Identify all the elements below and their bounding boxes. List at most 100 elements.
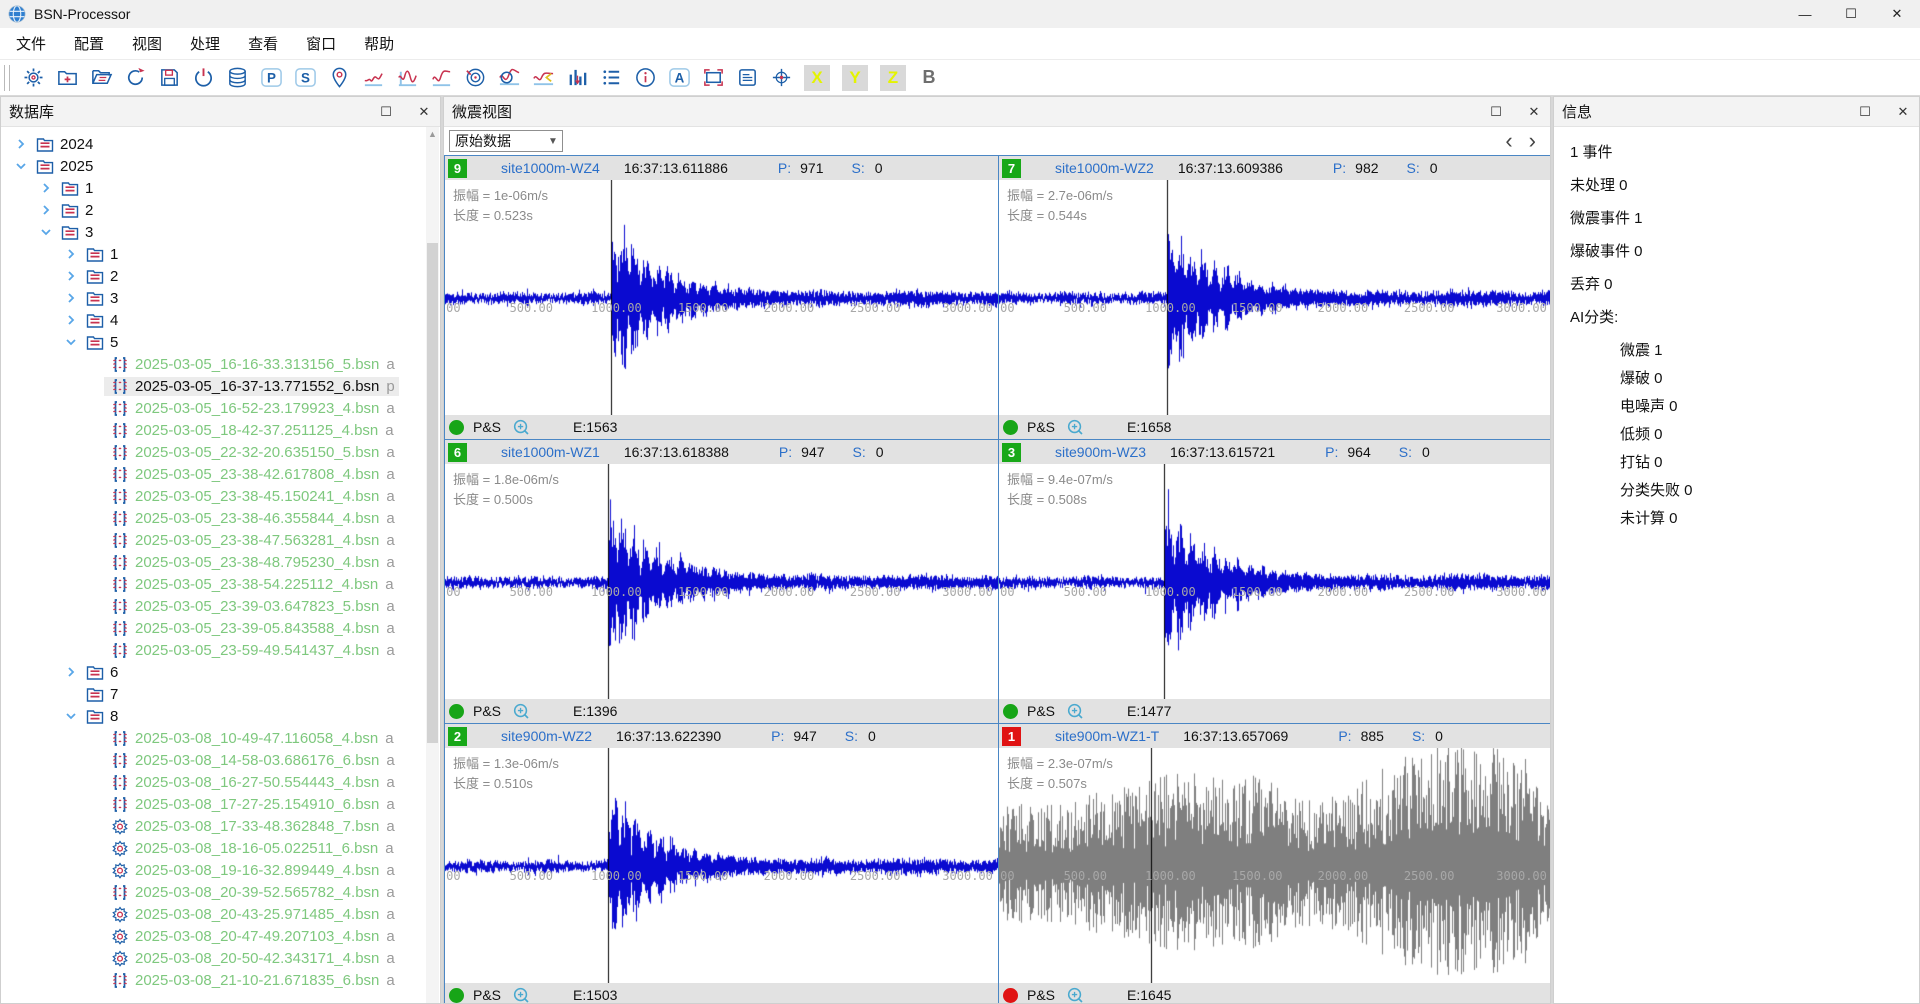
trigger-target-button[interactable] [458, 63, 492, 93]
tree-file-item[interactable]: 2025-03-08_21-10-21.671835_6.bsna [1, 969, 440, 991]
text-annotation-button[interactable]: A [662, 63, 696, 93]
chevron-right-icon[interactable] [38, 202, 54, 218]
zoom-in-icon[interactable] [1066, 418, 1085, 437]
chevron-right-icon[interactable] [63, 268, 79, 284]
view-close-button[interactable]: ✕ [1526, 104, 1542, 120]
menu-item-2[interactable]: 视图 [118, 28, 176, 59]
tree-file-item[interactable]: 2025-03-05_23-38-47.563281_4.bsna [1, 529, 440, 551]
tree-file-item[interactable]: 2025-03-08_20-50-42.343171_4.bsna [1, 947, 440, 969]
tree-folder-1[interactable]: 1 [1, 177, 440, 199]
tree-folder-4[interactable]: 4 [1, 309, 440, 331]
folder-new-button[interactable] [50, 63, 84, 93]
tree-file-item[interactable]: 2025-03-05_16-16-33.313156_5.bsna [1, 353, 440, 375]
histogram-button[interactable] [560, 63, 594, 93]
info-button[interactable] [628, 63, 662, 93]
wave-chart-3-button[interactable] [424, 63, 458, 93]
tree-file-item[interactable]: 2025-03-05_23-38-46.355844_4.bsna [1, 507, 440, 529]
tree-file-item[interactable]: 2025-03-08_10-49-47.116058_4.bsna [1, 727, 440, 749]
bold-toggle-button[interactable]: B [916, 65, 942, 91]
menu-item-0[interactable]: 文件 [2, 28, 60, 59]
tree-file-item[interactable]: 2025-03-05_23-39-05.843588_4.bsna [1, 617, 440, 639]
database-close-button[interactable]: ✕ [416, 104, 432, 120]
menu-item-4[interactable]: 查看 [234, 28, 292, 59]
chevron-right-icon[interactable] [63, 312, 79, 328]
tree-file-item[interactable]: 2025-03-05_23-38-54.225112_4.bsna [1, 573, 440, 595]
waveform-plot[interactable]: 振幅 = 1.3e-06m/s 长度 = 0.510s 00500.001000… [445, 748, 998, 983]
wave-chart-1-button[interactable] [356, 63, 390, 93]
tree-file-item[interactable]: 2025-03-08_16-27-50.554443_4.bsna [1, 771, 440, 793]
wave-detect-button[interactable] [492, 63, 526, 93]
zoom-in-icon[interactable] [512, 702, 531, 721]
next-event-button[interactable]: › [1529, 131, 1536, 151]
tree-folder-2[interactable]: 2 [1, 199, 440, 221]
waveform-plot[interactable]: 振幅 = 2.3e-07m/s 长度 = 0.507s 00500.001000… [999, 748, 1551, 983]
tree-file-item[interactable]: 2025-03-08_17-33-48.362848_7.bsna [1, 815, 440, 837]
chevron-right-icon[interactable] [63, 664, 79, 680]
tree-folder-6[interactable]: 6 [1, 661, 440, 683]
fit-view-button[interactable] [696, 63, 730, 93]
database-button[interactable] [220, 63, 254, 93]
refresh-button[interactable] [118, 63, 152, 93]
tree-folder-3[interactable]: 3 [1, 287, 440, 309]
view-maximize-button[interactable]: ☐ [1488, 104, 1504, 120]
chevron-down-icon[interactable] [63, 334, 79, 350]
waveform-plot[interactable]: 振幅 = 1e-06m/s 长度 = 0.523s 00500.001000.0… [445, 180, 998, 415]
power-button[interactable] [186, 63, 220, 93]
zoom-in-icon[interactable] [512, 418, 531, 437]
axis-toggle-x[interactable]: X [804, 65, 830, 91]
data-type-select[interactable]: 原始数据 ▼ [449, 130, 563, 152]
scroll-up-icon[interactable]: ▲ [426, 129, 439, 139]
zoom-in-icon[interactable] [512, 986, 531, 1004]
tree-scrollbar[interactable]: ▲ [426, 127, 439, 1003]
event-list-button[interactable] [594, 63, 628, 93]
waveform-plot[interactable]: 振幅 = 1.8e-06m/s 长度 = 0.500s 00500.001000… [445, 464, 998, 699]
tree-file-item[interactable]: 2025-03-05_23-38-48.795230_4.bsna [1, 551, 440, 573]
location-button[interactable] [322, 63, 356, 93]
zoom-in-icon[interactable] [1066, 986, 1085, 1004]
tree-file-item[interactable]: 2025-03-05_16-37-13.771552_6.bsnp [1, 375, 440, 397]
chevron-right-icon[interactable] [13, 136, 29, 152]
wave-chart-2-button[interactable] [390, 63, 424, 93]
tree-file-item[interactable]: 2025-03-05_23-38-42.617808_4.bsna [1, 463, 440, 485]
tree-folder-8[interactable]: 8 [1, 705, 440, 727]
zoom-in-icon[interactable] [1066, 702, 1085, 721]
settings-button[interactable] [16, 63, 50, 93]
chevron-right-icon[interactable] [63, 246, 79, 262]
tree-file-item[interactable]: 2025-03-08_14-58-03.686176_6.bsna [1, 749, 440, 771]
info-close-button[interactable]: ✕ [1895, 104, 1911, 120]
chevron-down-icon[interactable] [13, 158, 29, 174]
chevron-right-icon[interactable] [38, 180, 54, 196]
tree-file-item[interactable]: 2025-03-08_18-16-05.022511_6.bsna [1, 837, 440, 859]
close-button[interactable]: ✕ [1874, 0, 1920, 28]
tree-file-item[interactable]: 2025-03-08_20-47-49.207103_4.bsna [1, 925, 440, 947]
info-maximize-button[interactable]: ☐ [1857, 104, 1873, 120]
crosshair-button[interactable] [764, 63, 798, 93]
tree-file-item[interactable]: 2025-03-08_20-39-52.565782_4.bsna [1, 881, 440, 903]
s-phase-button[interactable]: S [288, 63, 322, 93]
tree-file-item[interactable]: 2025-03-05_23-38-45.150241_4.bsna [1, 485, 440, 507]
prev-event-button[interactable]: ‹ [1505, 131, 1512, 151]
tree-folder-2024[interactable]: 2024 [1, 133, 440, 155]
tree-folder-7[interactable]: 7 [1, 683, 440, 705]
menu-item-5[interactable]: 窗口 [292, 28, 350, 59]
tree-scrollbar-thumb[interactable] [427, 243, 438, 743]
tree-folder-2025[interactable]: 2025 [1, 155, 440, 177]
tree-file-item[interactable]: 2025-03-08_17-27-25.154910_6.bsna [1, 793, 440, 815]
tree-file-item[interactable]: 2025-03-05_23-59-49.541437_4.bsna [1, 639, 440, 661]
folder-open-button[interactable] [84, 63, 118, 93]
menu-item-6[interactable]: 帮助 [350, 28, 408, 59]
axis-toggle-y[interactable]: Y [842, 65, 868, 91]
tree-file-item[interactable]: 2025-03-05_22-32-20.635150_5.bsna [1, 441, 440, 463]
toolbar-drag-handle[interactable] [4, 65, 10, 91]
axis-toggle-z[interactable]: Z [880, 65, 906, 91]
menu-item-1[interactable]: 配置 [60, 28, 118, 59]
wave-threshold-button[interactable] [526, 63, 560, 93]
maximize-button[interactable]: ☐ [1828, 0, 1874, 28]
chevron-down-icon[interactable] [63, 708, 79, 724]
tree-folder-5[interactable]: 5 [1, 331, 440, 353]
save-button[interactable] [152, 63, 186, 93]
tree-file-item[interactable]: 2025-03-05_18-42-37.251125_4.bsna [1, 419, 440, 441]
p-phase-button[interactable]: P [254, 63, 288, 93]
chevron-right-icon[interactable] [63, 290, 79, 306]
report-button[interactable] [730, 63, 764, 93]
